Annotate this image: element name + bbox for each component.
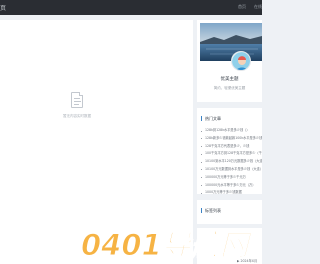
list-item[interactable]: 1000万元等于多少钱数据: [201, 189, 262, 197]
hot-articles-title: 热门文章: [201, 116, 221, 121]
list-item[interactable]: 100000万元等于多少千元万: [201, 174, 262, 182]
watermark-text: 0401导航网: [81, 229, 253, 259]
list-item[interactable]: 128k到128k水平是多少钱（）: [201, 127, 262, 135]
profile-description: 简约，轻便优美主题: [213, 86, 246, 90]
top-navbar: 页 首页 在线: [0, 0, 262, 15]
watermark-logo: 0401导航网: [81, 229, 262, 259]
profile-name: 优美主题: [220, 77, 239, 82]
hot-articles-card: 热门文章 128k到128k水平是多少钱（） 128k新多少钱款起款100k水平…: [197, 108, 262, 194]
list-item[interactable]: 128千克平方代表是多少，少钱: [201, 143, 262, 151]
nav-item-home[interactable]: 首页: [238, 4, 246, 10]
main-content-card: 暂无内容实时数据: [0, 20, 193, 264]
hot-articles-list: 128k到128k水平是多少钱（） 128k新多少钱款起款100k水平是多少钱 …: [201, 127, 262, 197]
list-item[interactable]: 10100到水平120万元数据多少钱（大连）: [201, 158, 262, 166]
profile-cover-image: [200, 23, 262, 61]
empty-document-icon: [71, 92, 83, 108]
tag-list-title: 标签列表: [201, 208, 221, 213]
profile-card: 优美主题 简约，轻便优美主题: [197, 20, 262, 102]
list-item[interactable]: 100千克平方到128千克平方是多少（千克）: [201, 150, 262, 158]
avatar[interactable]: [231, 51, 251, 71]
list-item[interactable]: 100000元水平等于多少万元（万）: [201, 182, 262, 190]
list-item[interactable]: 10100万元数据到水平是多少钱（大连）: [201, 166, 262, 174]
tag-list-card: 标签列表: [197, 200, 262, 224]
nav-item-online[interactable]: 在线: [254, 4, 262, 10]
empty-state-text: 暂无内容实时数据: [63, 114, 91, 118]
site-logo[interactable]: 页: [0, 3, 6, 12]
list-item[interactable]: 128k新多少钱款起款100k水平是多少钱: [201, 135, 262, 143]
